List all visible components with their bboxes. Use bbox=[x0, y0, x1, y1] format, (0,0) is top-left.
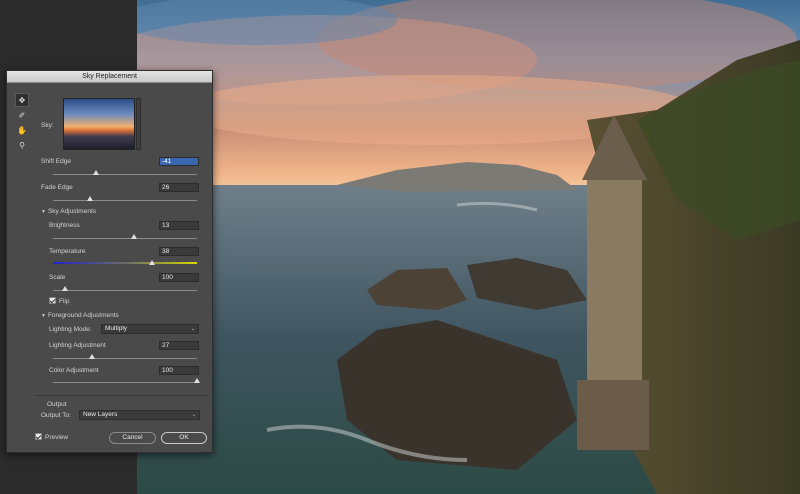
color-adjustment-track bbox=[53, 382, 197, 383]
scale-label: Scale bbox=[49, 274, 66, 281]
lighting-adjustment-track bbox=[53, 358, 197, 359]
ok-button[interactable]: OK bbox=[161, 432, 207, 444]
tool-column: ✥ ✐ ✋ ⚲ bbox=[15, 93, 29, 153]
brightness-input[interactable]: 13 bbox=[159, 221, 199, 230]
fade-edge-label: Fade Edge bbox=[41, 184, 73, 191]
hand-icon[interactable]: ✋ bbox=[15, 123, 29, 137]
image-canvas[interactable] bbox=[137, 0, 800, 494]
photo-illustration bbox=[137, 0, 800, 494]
sky-adjustments-title: Sky Adjustments bbox=[47, 208, 97, 215]
temperature-input[interactable]: 38 bbox=[159, 247, 199, 256]
chevron-down-icon: ⌄ bbox=[190, 326, 195, 332]
sky-preset-dropdown[interactable] bbox=[136, 98, 141, 150]
lighting-mode-select[interactable]: Multiply ⌄ bbox=[101, 324, 199, 334]
dialog-title: Sky Replacement bbox=[7, 71, 212, 83]
cancel-button[interactable]: Cancel bbox=[109, 432, 156, 444]
sky-replacement-dialog: Sky Replacement ✥ ✐ ✋ ⚲ Sky: Shift Edge … bbox=[6, 70, 213, 453]
zoom-icon[interactable]: ⚲ bbox=[15, 138, 29, 152]
color-adjustment-slider[interactable] bbox=[194, 378, 200, 383]
shift-edge-slider[interactable] bbox=[93, 170, 100, 175]
brightness-track bbox=[53, 238, 197, 239]
sky-adjustments-header[interactable]: ▼ Sky Adjustments bbox=[41, 208, 96, 215]
scale-track bbox=[53, 290, 197, 291]
temperature-track bbox=[53, 262, 197, 264]
chevron-down-icon: ⌄ bbox=[191, 412, 196, 418]
brightness-slider[interactable] bbox=[130, 234, 137, 239]
shift-edge-input[interactable]: -41 bbox=[159, 157, 199, 166]
lighting-adjustment-label: Lighting Adjustment bbox=[49, 342, 106, 349]
output-to-label: Output To: bbox=[41, 412, 71, 419]
temperature-label: Temperature bbox=[49, 248, 86, 255]
sky-label: Sky: bbox=[41, 122, 54, 129]
temperature-slider[interactable] bbox=[149, 260, 156, 265]
shift-edge-track bbox=[53, 174, 197, 175]
fade-edge-input[interactable]: 26 bbox=[159, 183, 199, 192]
lighting-mode-value: Multiply bbox=[105, 325, 128, 332]
fade-edge-slider[interactable] bbox=[87, 196, 94, 201]
color-adjustment-label: Color Adjustment bbox=[49, 367, 99, 374]
move-icon[interactable]: ✥ bbox=[15, 93, 29, 107]
preview-checkbox[interactable] bbox=[35, 433, 42, 440]
flip-label: Flip bbox=[59, 298, 70, 305]
scale-input[interactable]: 100 bbox=[159, 273, 199, 282]
lighting-mode-label: Lighting Mode: bbox=[49, 326, 92, 333]
foreground-adjustments-header[interactable]: ▼ Foreground Adjustments bbox=[41, 312, 119, 319]
sky-brush-icon[interactable]: ✐ bbox=[15, 108, 29, 122]
lighting-adjustment-input[interactable]: 27 bbox=[159, 341, 199, 350]
brightness-label: Brightness bbox=[49, 222, 80, 229]
flip-checkbox[interactable] bbox=[49, 297, 56, 304]
lighting-adjustment-slider[interactable] bbox=[88, 354, 95, 359]
foreground-adjustments-title: Foreground Adjustments bbox=[47, 312, 119, 319]
scale-slider[interactable] bbox=[61, 286, 68, 291]
shift-edge-label: Shift Edge bbox=[41, 158, 71, 165]
color-adjustment-input[interactable]: 100 bbox=[159, 366, 199, 375]
output-divider bbox=[35, 395, 207, 396]
preview-label: Preview bbox=[45, 434, 69, 441]
fade-edge-track bbox=[53, 200, 197, 201]
output-title: Output bbox=[47, 401, 67, 408]
sky-preset-thumbnail[interactable] bbox=[63, 98, 135, 150]
output-to-value: New Layers bbox=[83, 411, 118, 418]
chevron-down-icon: ▼ bbox=[41, 209, 46, 215]
output-to-select[interactable]: New Layers ⌄ bbox=[79, 410, 200, 420]
chevron-down-icon: ▼ bbox=[41, 313, 46, 319]
